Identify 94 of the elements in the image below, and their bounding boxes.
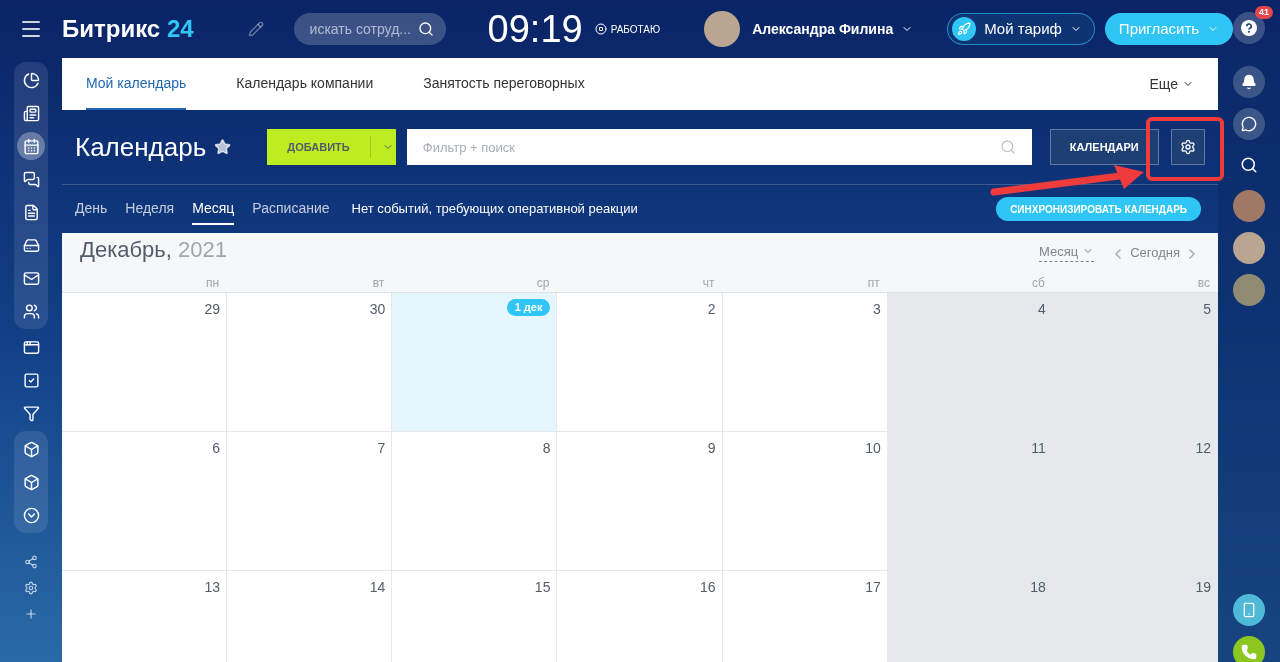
- add-button[interactable]: ДОБАВИТЬ: [267, 129, 396, 165]
- day-number: 4: [1038, 300, 1046, 319]
- day-number: 30: [369, 300, 386, 319]
- view-tab[interactable]: Неделя: [125, 193, 175, 225]
- day-cell[interactable]: 9: [557, 432, 723, 571]
- network-icon[interactable]: [24, 555, 38, 569]
- day-number: 12: [1195, 439, 1211, 458]
- day-cell[interactable]: 3: [722, 293, 888, 432]
- day-cell[interactable]: 5: [1052, 293, 1218, 432]
- view-tab[interactable]: Расписание: [252, 193, 330, 225]
- phone-button[interactable]: [1233, 636, 1265, 662]
- day-cell[interactable]: 12: [1052, 432, 1218, 571]
- notice-text: Нет событий, требующих оперативной реакции: [351, 200, 638, 219]
- bell-button[interactable]: [1233, 66, 1265, 98]
- day-cell[interactable]: 2: [557, 293, 723, 432]
- page-title: Календарь: [75, 130, 207, 164]
- settings-icon[interactable]: [24, 581, 38, 595]
- day-cell[interactable]: 13: [62, 571, 228, 662]
- help-icon: [1241, 20, 1257, 36]
- day-number: 7: [377, 439, 386, 458]
- day-number: 6: [212, 439, 221, 458]
- day-number: 13: [204, 578, 221, 597]
- view-tab[interactable]: День: [75, 193, 108, 225]
- weekday-label: вт: [371, 275, 386, 292]
- notification-badge: 41: [1255, 6, 1273, 19]
- day-number: 3: [872, 300, 881, 319]
- day-cell[interactable]: 29: [62, 293, 228, 432]
- day-number: 29: [204, 300, 221, 319]
- tab[interactable]: Мой календарь: [86, 58, 187, 110]
- day-number: 14: [369, 578, 386, 597]
- chat-icon: [1241, 116, 1257, 132]
- day-cell[interactable]: 4: [887, 293, 1053, 432]
- day-cell[interactable]: 6: [62, 432, 228, 571]
- weekday-label: пт: [866, 275, 881, 292]
- avatar-photo[interactable]: [1233, 190, 1265, 222]
- filter-search-field[interactable]: Фильтр + поиск: [406, 129, 1032, 165]
- rocket-icon: [952, 17, 977, 41]
- day-number: 10: [865, 439, 881, 458]
- avatar-photo[interactable]: [1233, 274, 1265, 306]
- day-cell[interactable]: 18: [887, 571, 1053, 662]
- add-icon[interactable]: [24, 607, 38, 621]
- settings-icon: [1179, 139, 1196, 155]
- phone-icon: [1241, 644, 1257, 660]
- clock-time: 09:19: [487, 6, 583, 52]
- day-number: 8: [542, 439, 551, 458]
- weekday-label: чт: [701, 275, 716, 292]
- bell-icon: [1241, 74, 1257, 90]
- stop-icon: [594, 23, 607, 35]
- view-tab[interactable]: Месяц: [192, 193, 235, 225]
- today-date-badge: 1 дек: [506, 299, 551, 316]
- settings-button[interactable]: [1170, 129, 1205, 165]
- more-tab[interactable]: Еще: [1149, 58, 1194, 110]
- day-cell[interactable]: 19: [1052, 571, 1218, 662]
- day-cell[interactable]: 14: [227, 571, 393, 662]
- chat-button[interactable]: [1233, 108, 1265, 140]
- day-number: 11: [1031, 439, 1046, 458]
- search-icon[interactable]: [417, 21, 434, 37]
- day-cell[interactable]: 8: [392, 432, 558, 571]
- pencil-icon[interactable]: [247, 21, 264, 37]
- weekday-label: пн: [205, 275, 221, 292]
- day-cell[interactable]: 16: [557, 571, 723, 662]
- day-cell[interactable]: 7: [227, 432, 393, 571]
- tab[interactable]: Календарь компании: [236, 58, 374, 110]
- work-status-button[interactable]: РАБОТАЮ: [594, 21, 661, 37]
- smartphone-icon: [1241, 602, 1257, 618]
- month-title: Декабрь, 2021: [80, 236, 227, 264]
- search-icon[interactable]: [1240, 156, 1258, 174]
- logo: Битрикс 24: [62, 14, 194, 44]
- day-cell[interactable]: 30: [227, 293, 393, 432]
- day-number: 19: [1195, 578, 1211, 597]
- day-number: 9: [707, 439, 716, 458]
- tariff-button[interactable]: Мой тариф: [947, 13, 1095, 45]
- star-icon[interactable]: [214, 138, 232, 156]
- user-menu[interactable]: Александра Филина: [752, 18, 914, 40]
- day-number: 17: [865, 578, 881, 597]
- day-number: 5: [1203, 300, 1211, 319]
- weekday-label: ср: [535, 275, 551, 292]
- day-cell[interactable]: 10: [722, 432, 888, 571]
- avatar-photo[interactable]: [1233, 232, 1265, 264]
- day-number: 15: [534, 578, 551, 597]
- tab[interactable]: Занятость переговорных: [423, 58, 585, 110]
- avatar-photo[interactable]: [704, 11, 741, 47]
- day-number: 2: [707, 300, 716, 319]
- mobile-cloud-button[interactable]: [1233, 594, 1265, 626]
- day-cell[interactable]: 11: [887, 432, 1053, 571]
- view-select[interactable]: Месяц: [1038, 241, 1095, 262]
- day-cell[interactable]: 17: [722, 571, 888, 662]
- day-number: 18: [1030, 578, 1046, 597]
- calendar-icon[interactable]: [17, 132, 45, 160]
- calendars-button[interactable]: КАЛЕНДАРИ: [1049, 129, 1159, 165]
- weekday-label: сб: [1030, 275, 1046, 292]
- day-cell[interactable]: 15: [392, 571, 558, 662]
- day-number: 16: [700, 578, 716, 597]
- weekday-label: вс: [1196, 275, 1211, 292]
